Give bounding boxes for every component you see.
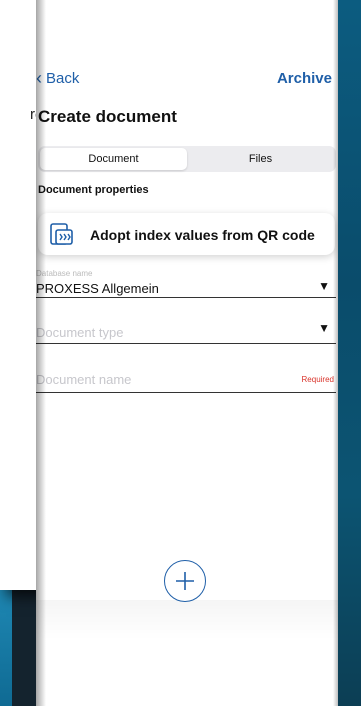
database-select[interactable]: Database name PROXESS Allgemein ▼: [36, 267, 336, 298]
plus-icon: [176, 572, 194, 590]
required-label: Required: [301, 375, 334, 384]
tab-switcher: Document Files: [38, 146, 336, 172]
back-button[interactable]: ‹ Back: [36, 69, 79, 87]
dropdown-arrow-icon: ▼: [318, 279, 330, 293]
chevron-left-icon: ‹: [36, 68, 42, 88]
dropdown-arrow-icon: ▼: [318, 321, 330, 335]
add-button[interactable]: [164, 560, 206, 602]
adopt-qr-label: Adopt index values from QR code: [90, 227, 315, 243]
document-name-input[interactable]: Document name Required: [36, 368, 336, 393]
document-type-placeholder: Document type: [36, 325, 124, 340]
database-value: PROXESS Allgemein: [36, 281, 159, 296]
tab-document[interactable]: Document: [40, 148, 187, 170]
section-heading: Document properties: [38, 184, 149, 196]
document-type-select[interactable]: Document type ▼: [36, 318, 336, 344]
adopt-qr-button[interactable]: Adopt index values from QR code: [38, 213, 335, 255]
tab-files[interactable]: Files: [187, 148, 334, 170]
back-label: Back: [46, 69, 80, 87]
background-left-strip: [0, 585, 12, 706]
database-label: Database name: [36, 269, 93, 278]
archive-button[interactable]: Archive: [277, 70, 332, 87]
bottom-shade: [36, 600, 338, 640]
document-name-placeholder: Document name: [36, 372, 132, 387]
background-gap: [12, 585, 36, 706]
panel-right-shadow: [333, 0, 338, 706]
page-title: Create document: [38, 107, 177, 126]
background-right-strip: [338, 0, 361, 706]
qr-scan-icon: [50, 223, 73, 245]
create-document-panel: ‹ Back Archive Create document Document …: [36, 0, 338, 706]
